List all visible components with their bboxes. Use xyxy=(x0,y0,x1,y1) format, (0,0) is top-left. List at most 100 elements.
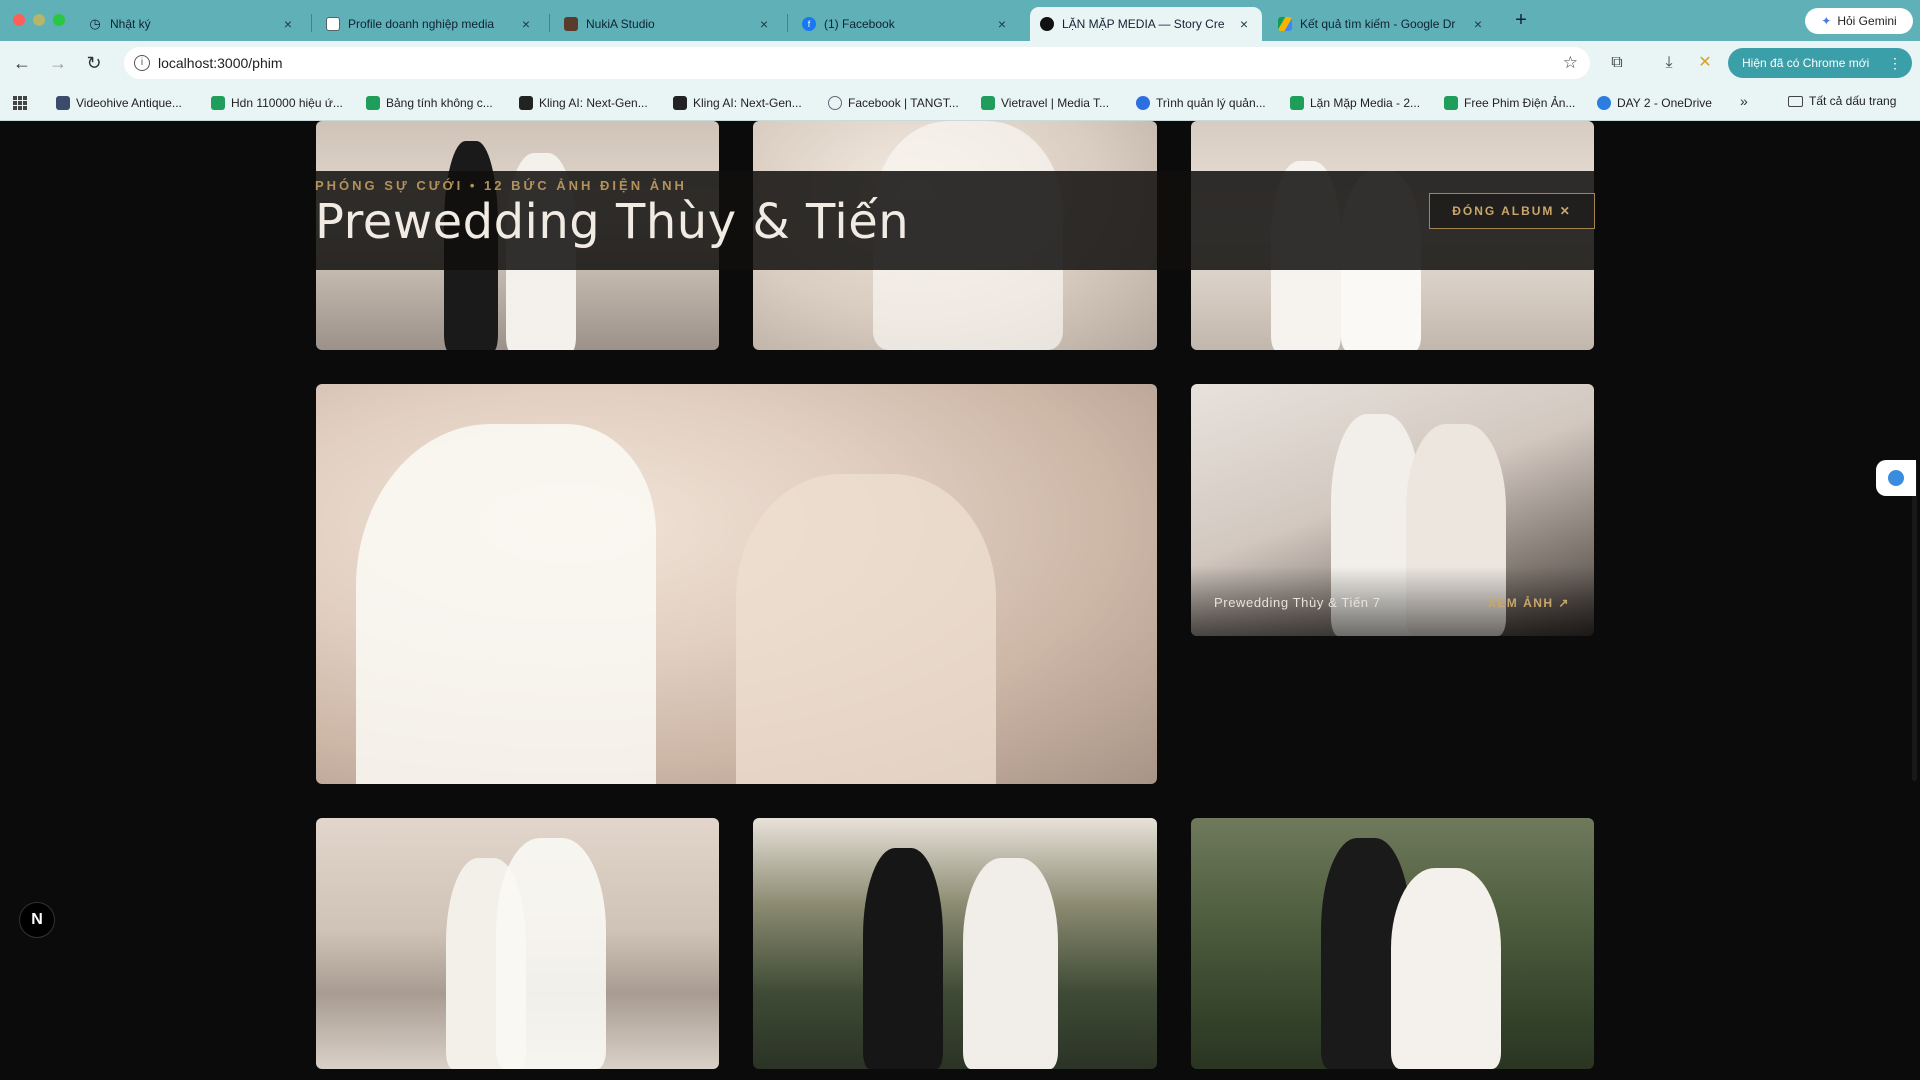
tab-nhat-ky[interactable]: ◷ Nhật ký × xyxy=(78,7,306,41)
bookmark-item[interactable]: Free Phim Điện Ản... xyxy=(1444,94,1575,112)
bookmark-label: Facebook | TANGT... xyxy=(848,96,959,110)
window-maximize-button[interactable] xyxy=(53,14,65,26)
tab-title: Nhật ký xyxy=(110,17,151,31)
tab-google-drive[interactable]: Kết quả tìm kiếm - Google Dr × xyxy=(1268,7,1496,41)
side-extension-widget[interactable] xyxy=(1876,460,1916,496)
close-icon[interactable]: × xyxy=(280,16,296,32)
kling-icon xyxy=(519,96,533,110)
history-icon: ◷ xyxy=(89,16,101,31)
bookmark-label: Kling AI: Next-Gen... xyxy=(539,96,648,110)
bookmark-label: Videohive Antique... xyxy=(76,96,182,110)
bookmark-label: Kling AI: Next-Gen... xyxy=(693,96,802,110)
album-title: Prewedding Thùy & Tiến xyxy=(315,194,910,250)
scrollbar[interactable] xyxy=(1912,461,1917,781)
groom-figure xyxy=(863,848,943,1069)
gallery-photo[interactable] xyxy=(753,818,1157,1069)
tab-title: LẶN MẶP MEDIA — Story Cre xyxy=(1062,17,1225,31)
tab-title: (1) Facebook xyxy=(824,17,895,31)
extension-icon xyxy=(1888,470,1904,486)
bookmark-icon xyxy=(56,96,70,110)
close-icon[interactable]: × xyxy=(1236,16,1252,32)
apps-grid-icon[interactable] xyxy=(13,96,27,110)
browser-toolbar: ← → ↻ i localhost:3000/phim ☆ ⧉ ⤓ ✕ Hiện… xyxy=(0,41,1920,85)
gallery-photo[interactable] xyxy=(1191,818,1594,1069)
sheets-icon xyxy=(366,96,380,110)
facebook-icon: f xyxy=(802,17,816,31)
reload-icon[interactable]: ↻ xyxy=(82,51,106,75)
forward-arrow-icon[interactable]: → xyxy=(46,51,70,75)
bookmark-label: Vietravel | Media T... xyxy=(1001,96,1110,110)
download-icon[interactable]: ⤓ xyxy=(1658,52,1680,74)
close-icon[interactable]: × xyxy=(518,16,534,32)
bookmark-label: Trình quản lý quản... xyxy=(1156,96,1266,110)
gemini-label: Hỏi Gemini xyxy=(1837,14,1897,28)
folder-icon xyxy=(1788,95,1803,107)
bookmark-icon xyxy=(1444,96,1458,110)
bookmark-star-icon[interactable]: ☆ xyxy=(1563,53,1578,73)
bride-figure xyxy=(1391,868,1501,1069)
address-bar[interactable]: i localhost:3000/phim ☆ xyxy=(124,47,1590,79)
bookmark-item[interactable]: Lặn Mặp Media - 2... xyxy=(1290,94,1420,112)
tab-profile[interactable]: Profile doanh nghiệp media × xyxy=(316,7,544,41)
update-label: Hiện đã có Chrome mới xyxy=(1742,56,1870,70)
onedrive-icon xyxy=(1597,96,1611,110)
browser-tab-strip: ◷ Nhật ký × Profile doanh nghiệp media ×… xyxy=(0,0,1920,41)
extension-icon[interactable]: ✕ xyxy=(1694,52,1716,74)
close-icon[interactable]: × xyxy=(756,16,772,32)
featured-photo-card[interactable]: Prewedding Thùy & Tiến 7 XEM ẢNH ↗ xyxy=(1191,384,1594,636)
close-album-button[interactable]: ĐÓNG ALBUM ✕ xyxy=(1429,193,1595,229)
bookmark-item[interactable]: Vietravel | Media T... xyxy=(981,94,1109,112)
more-menu-icon[interactable]: ⋮ xyxy=(1888,55,1902,72)
gemini-button[interactable]: ✦ Hỏi Gemini xyxy=(1805,8,1913,34)
site-icon xyxy=(1040,17,1054,31)
window-close-button[interactable] xyxy=(13,14,25,26)
all-bookmarks-button[interactable]: Tất cả dấu trang xyxy=(1788,94,1896,108)
bride-figure xyxy=(496,838,606,1069)
bookmark-item[interactable]: Bảng tính không c... xyxy=(366,94,493,112)
nextjs-badge[interactable]: N xyxy=(19,902,55,938)
url-text[interactable]: localhost:3000/phim xyxy=(158,55,283,71)
sparkle-icon: ✦ xyxy=(1821,14,1832,28)
tab-title: NukiA Studio xyxy=(586,17,655,31)
extensions-icon[interactable]: ⧉ xyxy=(1606,52,1628,74)
bookmark-label: Free Phim Điện Ản... xyxy=(1464,96,1576,110)
bookmark-label: Hdn 110000 hiệu ứ... xyxy=(231,96,343,110)
tab-facebook[interactable]: f (1) Facebook × xyxy=(792,7,1020,41)
page-viewport: PHÓNG SỰ CƯỚI • 12 BỨC ẢNH ĐIỆN ẢNH Prew… xyxy=(0,121,1920,1080)
close-icon[interactable]: × xyxy=(1470,16,1486,32)
bookmark-item[interactable]: Videohive Antique... xyxy=(56,94,182,112)
chrome-update-button[interactable]: Hiện đã có Chrome mới ⋮ xyxy=(1728,48,1912,78)
site-icon xyxy=(326,17,340,31)
bookmark-icon xyxy=(1290,96,1304,110)
google-drive-icon xyxy=(1278,17,1292,31)
gallery-photo-large[interactable] xyxy=(316,384,1157,784)
featured-caption: Prewedding Thùy & Tiến 7 xyxy=(1214,595,1381,610)
bride-figure xyxy=(963,858,1058,1069)
bookmark-label: Bảng tính không c... xyxy=(386,96,493,110)
meta-icon xyxy=(1136,96,1150,110)
back-arrow-icon[interactable]: ← xyxy=(10,51,34,75)
album-eyebrow: PHÓNG SỰ CƯỚI • 12 BỨC ẢNH ĐIỆN ẢNH xyxy=(315,178,687,193)
bookmark-item[interactable]: Kling AI: Next-Gen... xyxy=(673,94,802,112)
bookmark-label: Lặn Mặp Media - 2... xyxy=(1310,96,1421,110)
gallery-photo[interactable] xyxy=(316,818,719,1069)
bookmark-item[interactable]: Trình quản lý quản... xyxy=(1136,94,1266,112)
tab-nukia-studio[interactable]: NukiA Studio × xyxy=(554,7,782,41)
close-icon[interactable]: × xyxy=(994,16,1010,32)
bookmark-label: DAY 2 - OneDrive xyxy=(1617,96,1712,110)
bookmark-item[interactable]: Facebook | TANGT... xyxy=(828,94,959,112)
bookmark-item[interactable]: DAY 2 - OneDrive xyxy=(1597,94,1712,112)
site-info-icon[interactable]: i xyxy=(134,55,150,71)
groom-figure xyxy=(356,424,656,784)
bookmark-item[interactable]: Kling AI: Next-Gen... xyxy=(519,94,648,112)
view-photo-link[interactable]: XEM ẢNH ↗ xyxy=(1488,596,1570,610)
tab-lan-map-media[interactable]: LẶN MẶP MEDIA — Story Cre × xyxy=(1030,7,1262,41)
bookmarks-more-button[interactable]: » xyxy=(1740,93,1748,109)
new-tab-button[interactable]: + xyxy=(1510,10,1532,32)
site-icon xyxy=(564,17,578,31)
bookmark-item[interactable]: Hdn 110000 hiệu ứ... xyxy=(211,94,343,112)
window-minimize-button[interactable] xyxy=(33,14,45,26)
globe-icon xyxy=(828,96,842,110)
bride-figure xyxy=(736,474,996,784)
bookmarks-bar: Videohive Antique... Hdn 110000 hiệu ứ..… xyxy=(0,85,1920,121)
